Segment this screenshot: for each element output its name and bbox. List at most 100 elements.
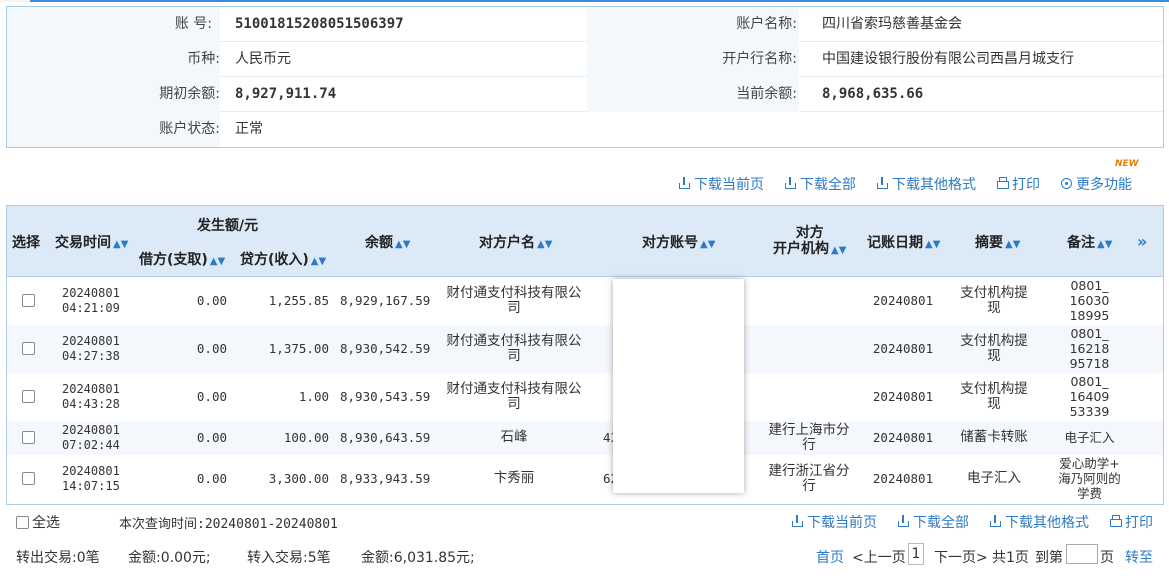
printer-icon [996,177,1009,190]
print-link[interactable]: 打印 [996,174,1040,196]
sort-icon: ▲▼ [113,239,129,250]
download-other-link[interactable]: 下载其他格式 [876,174,976,196]
header-cp-account[interactable]: 对方账号 ▲▼ [642,232,715,252]
cell-remark-line: 95718 [1069,356,1110,371]
bank-value: 中国建设银行股份有限公司西昌月城支行 [822,51,1074,67]
header-balance-label: 余额 [365,235,393,251]
sort-icon: ▲▼ [1005,239,1021,250]
cell-cp-bank: 建行上海市分行 [759,423,859,453]
header-post-date-label: 记账日期 [867,235,923,251]
select-all[interactable]: 全选 [16,512,60,532]
go-button[interactable]: 转至 [1125,547,1153,567]
more-icon [1060,177,1073,190]
header-debit[interactable]: 借方(支取) ▲▼ [139,249,225,269]
header-remark[interactable]: 备注 ▲▼ [1067,232,1112,252]
cell-time: 20240801 07:02:44 [62,423,132,453]
cell-cp-name-line: 财付通支付科技有限公 [446,333,582,349]
header-credit[interactable]: 贷方(收入) ▲▼ [240,249,326,269]
cell-summary: 储蓄卡转账 [949,430,1039,445]
summary-and-pagination: 转出交易:0笔 金额:0.00元; 转入交易:5笔 金额:6,031.85元; … [6,540,1164,572]
cell-summary-line: 支付机构提 [960,285,1028,301]
expand-columns-icon[interactable]: » [1137,232,1147,251]
cell-time-line: 07:02:44 [62,438,120,452]
more-functions-link[interactable]: 更多功能 [1060,174,1132,196]
header-summary-label: 摘要 [975,235,1003,251]
cell-post-date: 20240801 [872,293,934,308]
row-checkbox[interactable] [22,431,35,444]
row-checkbox[interactable] [22,294,35,307]
cell-remark-line: 学费 [1076,486,1102,501]
header-cp-bank[interactable]: 对方 开户机构 ▲▼ [773,225,846,259]
status-label: 账户状态: [7,112,220,147]
footer-print-link[interactable]: 打印 [1109,512,1153,532]
table-row: 20240801 14:07:15 0.00 3,300.00 8,933,943.59… [7,455,1163,503]
cell-cp-bank-line: 建行浙江省分 [768,463,850,479]
cell-remark-line: 0801_ [1070,374,1109,389]
cell-remark-line: 0801_ [1070,278,1109,293]
header-post-date[interactable]: 记账日期 ▲▼ [867,232,940,252]
cell-balance: 8,930,542.59 [340,341,431,356]
select-all-checkbox[interactable] [16,516,29,529]
cell-cp-name: 石峰 [440,430,588,445]
cell-cp-name: 财付通支付科技有限公司 [440,382,588,412]
print-label: 打印 [1012,177,1040,193]
first-page-link[interactable]: 首页 [816,547,844,567]
row-checkbox[interactable] [22,472,35,485]
download-icon [876,177,889,190]
opening-balance-label: 期初余额: [7,77,220,112]
goto-label: 到第 [1035,550,1063,566]
prev-page-link[interactable]: <上一页 [852,547,906,567]
sort-icon: ▲▼ [310,256,327,267]
account-no-label: 账 号: [7,7,220,42]
cell-summary-line: 支付机构提 [960,333,1028,349]
transactions-table: 选择 交易时间 ▲▼ 发生额/元 借方(支取) ▲▼ 贷方(收入) ▲▼ 余额 ▲▼ 对… [6,205,1164,505]
cell-balance: 8,933,943.59 [340,471,431,486]
download-icon [897,515,910,528]
cell-time: 20240801 04:43:28 [62,382,132,412]
cell-remark-line: 53339 [1069,404,1110,419]
footer-download-page-link[interactable]: 下载当前页 [791,512,877,532]
sort-icon: ▲▼ [537,239,553,250]
cell-time-line: 04:21:09 [62,301,120,315]
page-number-input[interactable] [1066,544,1098,564]
header-cp-name[interactable]: 对方户名 ▲▼ [479,232,552,252]
table-row: 20240801 04:27:38 0.00 1,375.00 8,930,542.59… [7,325,1163,373]
top-divider [30,0,1169,2]
cell-cp-name-line: 司 [507,396,521,412]
table-row: 20240801 07:02:44 0.00 100.00 8,930,643.59 石峰… [7,421,1163,455]
currency-value: 人民币元 [235,51,291,67]
cell-time-line: 04:27:38 [62,349,120,363]
cell-time: 20240801 04:21:09 [62,286,132,316]
cell-cp-name: 财付通支付科技有限公司 [440,334,588,364]
header-cp-bank-line1: 对方 [795,225,824,241]
tab-remnant [0,0,30,2]
cell-remark: 0801_ 16030 18995 [1047,278,1132,323]
cell-remark: 0801_ 16409 53339 [1047,374,1132,419]
cell-remark-line: 16409 [1069,389,1110,404]
sort-icon: ▲▼ [395,239,411,250]
printer-icon [1109,515,1122,528]
cell-time-line: 14:07:15 [62,479,120,493]
current-balance-label: 当前余额: [587,77,799,112]
next-page-link[interactable]: 下一页> [934,547,988,567]
header-summary[interactable]: 摘要 ▲▼ [975,232,1020,252]
sort-icon: ▲▼ [831,245,847,256]
header-time[interactable]: 交易时间 ▲▼ [55,232,128,252]
row-checkbox[interactable] [22,390,35,403]
row-checkbox[interactable] [22,342,35,355]
cell-debit: 0.00 [196,293,227,308]
header-balance[interactable]: 余额 ▲▼ [365,232,410,252]
download-all-link[interactable]: 下载全部 [784,174,856,196]
page-unit-label: 页 [1100,550,1114,566]
cell-debit: 0.00 [196,341,227,356]
account-name-label: 账户名称: [587,7,799,42]
footer-download-all-link[interactable]: 下载全部 [897,512,969,532]
footer-download-page-label: 下载当前页 [807,515,877,531]
download-page-link[interactable]: 下载当前页 [678,174,764,196]
cell-summary: 支付机构提现 [949,334,1039,364]
cell-summary-line: 现 [987,348,1001,364]
footer-download-other-link[interactable]: 下载其他格式 [989,512,1089,532]
out-amount: 金额:0.00元; [128,550,211,566]
select-all-label: 全选 [32,515,60,531]
cell-summary-line: 电子汇入 [967,470,1021,486]
